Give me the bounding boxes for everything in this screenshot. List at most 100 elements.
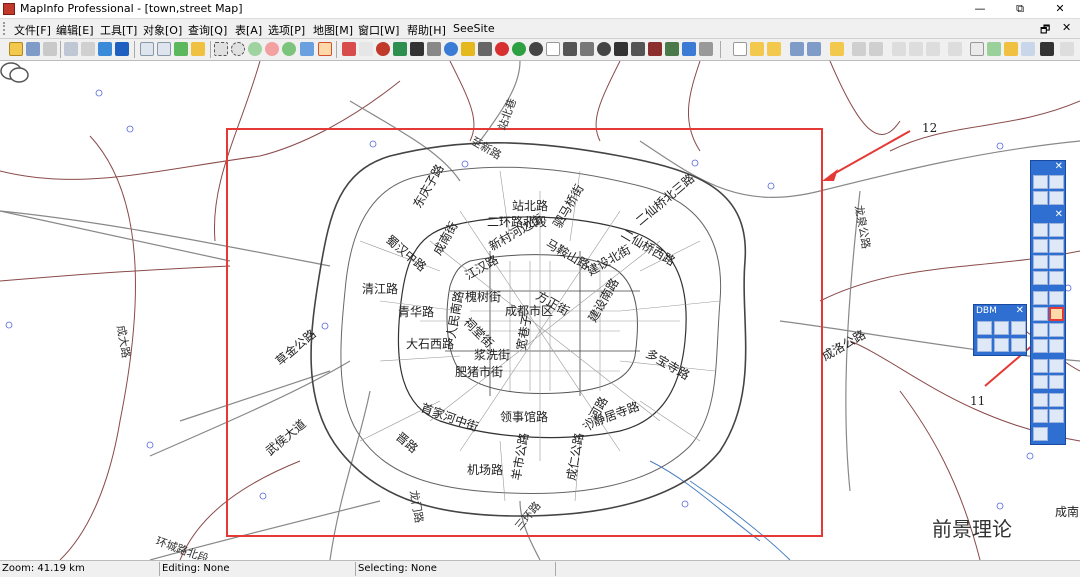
clip-region-icon[interactable] [1033,409,1048,423]
scale-bar-icon[interactable] [1049,409,1064,423]
cut-icon[interactable] [892,42,906,56]
undo2-icon[interactable] [948,42,962,56]
print-preview-icon[interactable] [852,42,866,56]
line-icon[interactable] [81,42,95,56]
hotlink-icon[interactable] [1033,339,1048,353]
restore-button[interactable]: ⧉ [1000,0,1040,18]
table-icon[interactable] [1033,393,1048,407]
north-icon[interactable] [478,42,492,56]
marquee-select-icon[interactable] [214,42,228,56]
copy-icon[interactable] [909,42,923,56]
polygon-select-icon[interactable] [1049,239,1064,253]
layout-icon[interactable] [1033,427,1048,441]
menu-objects[interactable]: 对象[O] [143,22,182,38]
redistrict-icon[interactable] [1040,42,1054,56]
layer-control-icon[interactable] [174,42,188,56]
chart-icon[interactable] [1049,393,1064,407]
palette-tool-icon[interactable] [1049,175,1064,189]
reshape-icon[interactable] [98,42,112,56]
target-icon[interactable] [529,42,543,56]
legend-icon[interactable] [393,42,407,56]
info-tool-icon[interactable] [342,42,356,56]
layout-icon[interactable] [1021,42,1035,56]
radius-select-icon[interactable] [1033,239,1048,253]
clip-icon[interactable] [427,42,441,56]
node-icon[interactable] [115,42,129,56]
menu-window[interactable]: 窗口[W] [358,22,399,38]
open-table-icon[interactable] [750,42,764,56]
dbm-tool-icon[interactable] [994,338,1009,352]
select-icon[interactable] [1033,223,1048,237]
drag-window-icon[interactable] [1049,323,1064,337]
open-workspace-icon[interactable] [767,42,781,56]
sum-icon[interactable] [1049,375,1064,389]
new-table-icon[interactable] [733,42,747,56]
car-icon[interactable] [631,42,645,56]
graph-icon[interactable] [1004,42,1018,56]
dbm-palette[interactable]: DBM ✕ [973,304,1027,356]
dbm-close-icon[interactable]: ✕ [1016,305,1024,316]
map-tool-icon[interactable] [682,42,696,56]
menu-query[interactable]: 查询[Q] [188,22,227,38]
drag-map-icon[interactable] [410,42,424,56]
person-icon[interactable] [614,42,628,56]
map-window[interactable]: 12 11 成都市区 站北路 二环路北段 新村河边街 马鞍山路 驷马桥街 建设北… [0,61,1080,560]
menu-tools[interactable]: 工具[T] [100,22,137,38]
menu-table[interactable]: 表[A] [235,22,262,38]
menu-help[interactable]: 帮助[H] [407,22,446,38]
north-arrow-icon[interactable] [546,42,560,56]
menu-file[interactable]: 文件[F] [14,22,51,38]
mdi-restore-button[interactable]: 🗗 [1040,21,1050,40]
zoom-out-icon[interactable] [1049,291,1064,305]
new-map-icon[interactable] [157,42,171,56]
help-icon[interactable] [1060,42,1074,56]
marquee-select-icon[interactable] [1049,223,1064,237]
zoom-in-icon[interactable] [1033,291,1048,305]
label-icon[interactable] [1033,323,1048,337]
save-workspace-icon[interactable] [807,42,821,56]
grabber-hand-icon[interactable] [1049,307,1064,321]
zoom-out-icon[interactable] [265,42,279,56]
open-icon[interactable] [9,42,23,56]
legend-icon[interactable] [1049,359,1064,373]
palette-tool-icon[interactable] [1049,191,1064,205]
mdi-close-button[interactable]: ✕ [1062,21,1071,34]
new-browser-icon[interactable] [140,42,154,56]
zoom-in-icon[interactable] [248,42,262,56]
dbm-tool-icon[interactable] [1011,338,1026,352]
ruler-icon[interactable] [1033,359,1048,373]
badge-icon[interactable] [597,42,611,56]
statistics-icon[interactable] [699,42,713,56]
menu-map[interactable]: 地图[M] [313,22,353,38]
ruler-icon[interactable] [191,42,205,56]
menu-edit[interactable]: 编辑[E] [56,22,94,38]
street-map-canvas[interactable]: 12 11 成都市区 站北路 二环路北段 新村河边街 马鞍山路 驷马桥街 建设北… [0,61,1080,560]
query-icon[interactable] [444,42,458,56]
status-editing[interactable]: Editing: None [160,562,356,576]
layer-control-icon[interactable] [1049,339,1064,353]
dbm-tool-icon[interactable] [1011,321,1026,335]
close-button[interactable]: ✕ [1040,0,1080,18]
palette-tool-icon[interactable] [1033,175,1048,189]
minimize-button[interactable]: — [960,0,1000,18]
hotlink-icon[interactable] [376,42,390,56]
select-arrow-icon[interactable] [300,42,314,56]
boundary-select-icon[interactable] [1033,255,1048,269]
grabber-hand-icon[interactable] [318,42,332,56]
status-selecting[interactable]: Selecting: None [356,562,556,576]
globe-icon[interactable] [512,42,526,56]
change-view-icon[interactable] [282,42,296,56]
label-tool-icon[interactable] [359,42,373,56]
palette-tool-icon[interactable] [1033,191,1048,205]
draw-icon[interactable] [64,42,78,56]
tree-icon[interactable] [665,42,679,56]
plane-icon[interactable] [563,42,577,56]
dbm-tool-icon[interactable] [994,321,1009,335]
palette-close-icon[interactable]: ✕ [1055,161,1063,172]
radius-select-icon[interactable] [231,42,245,56]
map-window-icon[interactable] [987,42,1001,56]
graph-select-icon[interactable] [1033,271,1048,285]
print-icon[interactable] [869,42,883,56]
rocket-icon[interactable] [580,42,594,56]
paste-icon[interactable] [926,42,940,56]
